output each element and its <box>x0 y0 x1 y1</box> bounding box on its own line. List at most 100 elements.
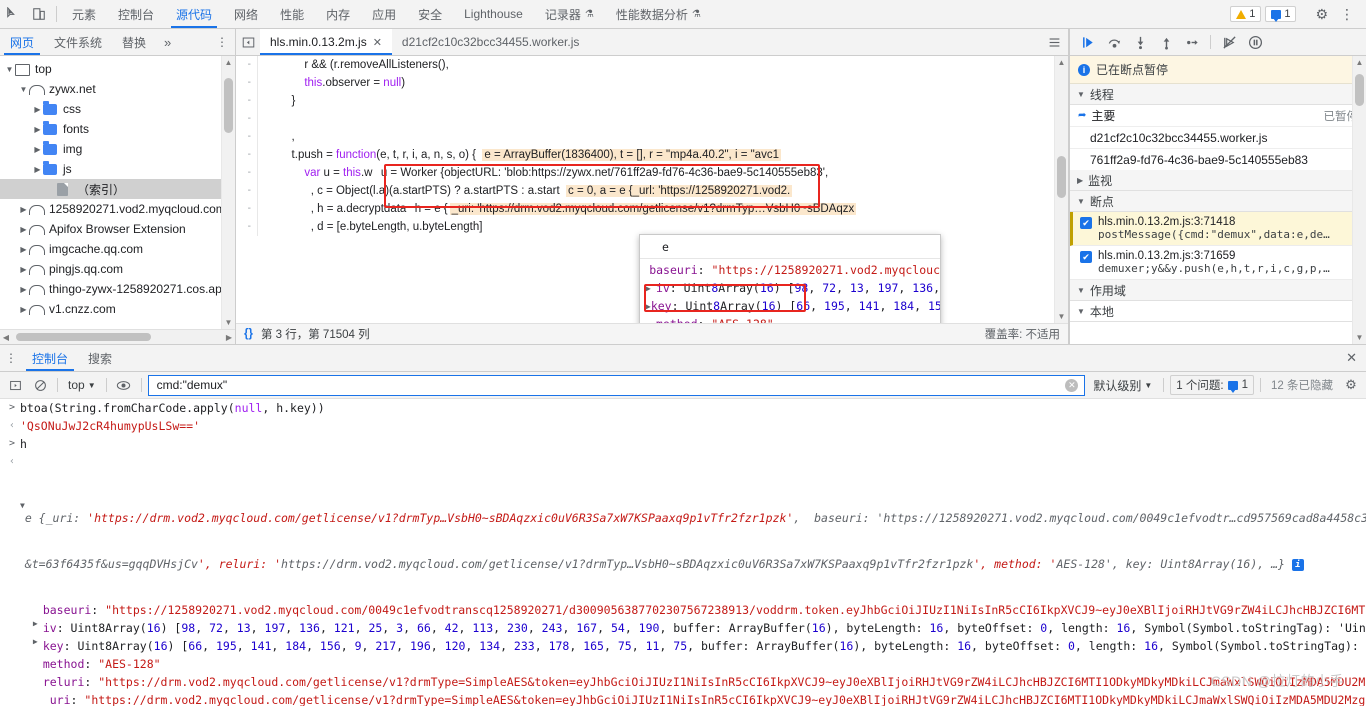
code-line[interactable]: - r && (r.removeAllListeners(), <box>236 56 1068 74</box>
section-scope[interactable]: ▼ 作用域 <box>1070 280 1366 301</box>
expand-triangle-icon[interactable]: ▶ <box>33 619 43 628</box>
tab-performance-insights[interactable]: 性能数据分析⚗ <box>605 0 712 28</box>
tab-elements[interactable]: 元素 <box>61 0 107 28</box>
chevron-down-icon[interactable]: ▼ <box>18 85 29 94</box>
scroll-right-arrow[interactable]: ▶ <box>223 333 235 342</box>
eye-live-expression-icon[interactable] <box>113 375 135 395</box>
popup-property-row[interactable]: ▶key: Uint8Array(16) [66, 195, 141, 184,… <box>640 297 940 315</box>
no-entry-icon[interactable] <box>29 375 51 395</box>
drawer-tab-console[interactable]: 控制台 <box>22 345 78 371</box>
tab-lighthouse[interactable]: Lighthouse <box>453 0 534 28</box>
code-line[interactable]: - , <box>236 128 1068 146</box>
popup-property-row[interactable]: method: "AES-128" <box>640 315 940 323</box>
scroll-down-arrow[interactable]: ▼ <box>1353 333 1366 342</box>
clear-filter-icon[interactable]: ✕ <box>1065 379 1078 392</box>
chevron-right-icon[interactable]: ▶ <box>18 225 29 234</box>
issues-badge[interactable]: 1 个问题: 1 <box>1170 375 1254 395</box>
pretty-print-icon[interactable]: {} <box>244 328 253 340</box>
thread-row-worker[interactable]: d21cf2c10c32bcc34455.worker.js <box>1070 126 1366 148</box>
drawer-tab-search[interactable]: 搜索 <box>78 345 122 371</box>
editor-vertical-scrollbar[interactable]: ▲ ▼ <box>1054 56 1068 323</box>
code-line[interactable]: - <box>236 110 1068 128</box>
console-input-entry[interactable]: > h <box>0 435 1366 453</box>
expand-triangle-icon[interactable]: ▶ <box>646 284 656 293</box>
step-icon[interactable] <box>1180 32 1204 52</box>
tree-item-pingjs.qq.com[interactable]: ▶pingjs.qq.com <box>0 259 235 279</box>
tab-sources[interactable]: 源代码 <box>165 0 223 28</box>
section-breakpoints[interactable]: ▼ 断点 <box>1070 191 1366 212</box>
editor-tab-hls[interactable]: hls.min.0.13.2m.js ✕ <box>260 29 392 55</box>
gear-icon[interactable]: ⚙ <box>1340 375 1362 395</box>
search-input[interactable] <box>155 377 1066 393</box>
chevron-right-icon[interactable]: ▶ <box>18 285 29 294</box>
scroll-left-arrow[interactable]: ◀ <box>0 333 12 342</box>
inspect-icon[interactable] <box>0 0 26 28</box>
navigator-file-tree[interactable]: ▼top▼zywx.net▶css▶fonts▶img▶js（索引）▶12589… <box>0 56 235 329</box>
show-navigator-icon[interactable] <box>236 29 260 55</box>
chevron-right-icon[interactable]: ▶ <box>32 105 43 114</box>
code-line[interactable]: - , h = a.decryptdata h = e {_uri: 'http… <box>236 200 1068 218</box>
console-input-entry[interactable]: > btoa(String.fromCharCode.apply(null, h… <box>0 399 1366 417</box>
chevron-down-icon[interactable]: ▼ <box>4 65 15 74</box>
close-icon[interactable]: ✕ <box>373 36 382 49</box>
object-property-row[interactable]: ▶key: Uint8Array(16) [66, 195, 141, 184,… <box>25 637 1366 655</box>
nav-tab-more[interactable]: » <box>156 29 179 55</box>
warnings-badge[interactable]: 1 <box>1230 6 1261 22</box>
tab-network[interactable]: 网络 <box>223 0 269 28</box>
thread-row-blob[interactable]: 761ff2a9-fd76-4c36-bae9-5c140555eb83 <box>1070 148 1366 170</box>
scrollbar-thumb[interactable] <box>224 78 233 133</box>
tab-application[interactable]: 应用 <box>361 0 407 28</box>
thread-row-main[interactable]: ➦ 主要 已暂停 <box>1070 105 1366 126</box>
section-local-scope[interactable]: ▼ 本地 <box>1070 301 1366 322</box>
code-line[interactable]: - this.observer = null) <box>236 74 1068 92</box>
tree-item-apifoxbrowserextension[interactable]: ▶Apifox Browser Extension <box>0 219 235 239</box>
tree-item-zywx.net[interactable]: ▼zywx.net <box>0 79 235 99</box>
popup-property-rows[interactable]: baseuri: "https://1258920271.vod2.myqclo… <box>640 259 940 323</box>
console-filter-box[interactable]: ✕ <box>148 375 1086 396</box>
step-over-icon[interactable] <box>1102 32 1126 52</box>
tab-recorder[interactable]: 记录器⚗ <box>534 0 605 28</box>
kebab-menu-icon[interactable]: ⋮ <box>1334 7 1360 21</box>
scrollbar-thumb[interactable] <box>16 333 151 341</box>
scroll-up-arrow[interactable]: ▲ <box>222 58 235 67</box>
checkbox-checked-icon[interactable]: ✔ <box>1080 217 1092 229</box>
console-output[interactable]: > btoa(String.fromCharCode.apply(null, h… <box>0 399 1366 706</box>
object-property-row[interactable]: reluri: "https://drm.vod2.myqcloud.com/g… <box>25 673 1366 691</box>
tree-item-v1.cnzz.com[interactable]: ▶v1.cnzz.com <box>0 299 235 319</box>
kebab-menu-icon[interactable]: ⋮ <box>0 345 22 371</box>
expand-triangle-icon[interactable]: ▶ <box>33 637 43 646</box>
tree-item-1258920271.vod2.myqcloud.com[interactable]: ▶1258920271.vod2.myqcloud.com <box>0 199 235 219</box>
debugger-vertical-scrollbar[interactable]: ▲ ▼ <box>1352 56 1366 344</box>
section-threads[interactable]: ▼ 线程 <box>1070 84 1366 105</box>
device-toggle-icon[interactable] <box>26 0 52 28</box>
scrollbar-thumb[interactable] <box>1057 156 1066 198</box>
console-context-selector[interactable]: top ▼ <box>64 378 100 392</box>
console-output-entry[interactable]: ‹ 'QsONuJwJ2cR4humypUsLSw==' <box>0 417 1366 435</box>
object-property-row[interactable]: ▶iv: Uint8Array(16) [98, 72, 13, 197, 13… <box>25 619 1366 637</box>
tree-item-js[interactable]: ▶js <box>0 159 235 179</box>
scrollbar-thumb[interactable] <box>1355 74 1364 106</box>
editor-code-area[interactable]: - r && (r.removeAllListeners(),- this.ob… <box>236 56 1068 323</box>
object-properties[interactable]: baseuri: "https://1258920271.vod2.myqclo… <box>25 601 1366 706</box>
popup-property-row[interactable]: ▶iv: Uint8Array(16) [98, 72, 13, 197, 13… <box>640 279 940 297</box>
nav-tab-page[interactable]: 网页 <box>0 29 44 55</box>
tree-item-top[interactable]: ▼top <box>0 59 235 79</box>
code-line[interactable]: - var u = this.w u = Worker {objectURL: … <box>236 164 1068 182</box>
chevron-right-icon[interactable]: ▶ <box>32 165 43 174</box>
object-property-row[interactable]: _uri: "https://drm.vod2.myqcloud.com/get… <box>25 691 1366 706</box>
step-into-icon[interactable] <box>1128 32 1152 52</box>
tree-item-imgcache.qq.com[interactable]: ▶imgcache.qq.com <box>0 239 235 259</box>
scroll-down-arrow[interactable]: ▼ <box>1055 312 1068 321</box>
gear-icon[interactable]: ⚙ <box>1309 6 1334 23</box>
chevron-right-icon[interactable]: ▶ <box>18 305 29 314</box>
object-property-row[interactable]: method: "AES-128" <box>25 655 1366 673</box>
tree-item-fonts[interactable]: ▶fonts <box>0 119 235 139</box>
console-object-entry[interactable]: ‹ ▼ e {_uri: 'https://drm.vod2.myqcloud.… <box>0 453 1366 706</box>
pause-on-exceptions-icon[interactable] <box>1243 32 1267 52</box>
scroll-up-arrow[interactable]: ▲ <box>1055 58 1068 67</box>
scroll-up-arrow[interactable]: ▲ <box>1353 58 1366 67</box>
scroll-down-arrow[interactable]: ▼ <box>222 318 235 327</box>
chevron-right-icon[interactable]: ▶ <box>18 245 29 254</box>
kebab-menu-icon[interactable]: ⋮ <box>209 29 235 55</box>
chevron-right-icon[interactable]: ▶ <box>18 205 29 214</box>
